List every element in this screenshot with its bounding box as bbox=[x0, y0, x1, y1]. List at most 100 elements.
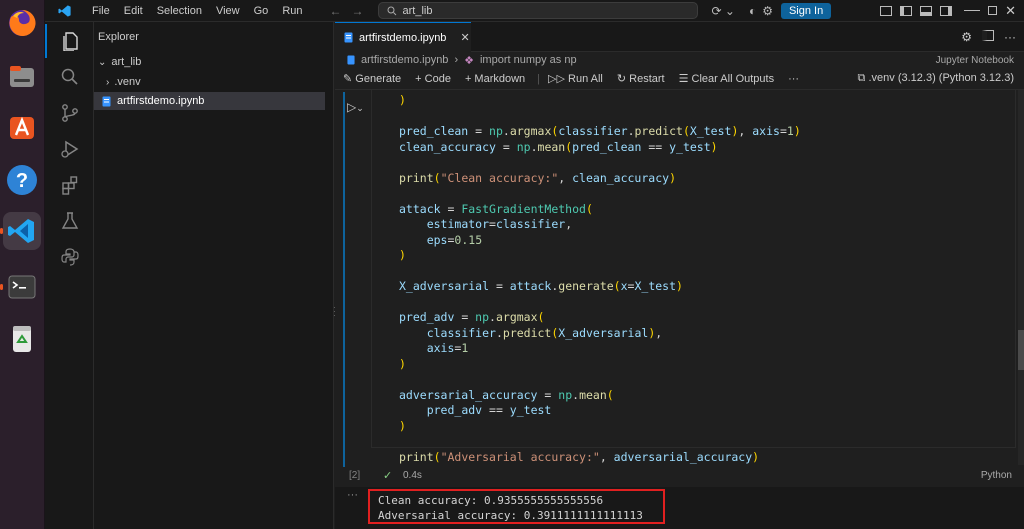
toggle-primary-sidebar-icon[interactable] bbox=[900, 5, 913, 16]
notebook-file-icon bbox=[102, 96, 111, 106]
trash-icon[interactable] bbox=[3, 319, 41, 357]
tree-item-label: .venv bbox=[114, 76, 141, 88]
notebook-toolbar: ✎ Generate + Code + Markdown | ▷▷ Run Al… bbox=[335, 68, 1024, 90]
accounts-icon[interactable]: ◐ bbox=[749, 4, 756, 18]
code-content: ) pred_clean = np.argmax(classifier.pred… bbox=[399, 93, 801, 464]
generate-button[interactable]: ✎ Generate bbox=[343, 72, 401, 85]
close-tab-icon[interactable]: ✕ bbox=[460, 31, 469, 44]
breadcrumb-separator-icon: › bbox=[454, 54, 459, 66]
clear-outputs-icon: ☰ bbox=[678, 73, 692, 85]
nav-back-icon[interactable]: ← bbox=[330, 4, 342, 18]
firefox-icon[interactable] bbox=[3, 4, 41, 42]
explorer-title: Explorer bbox=[98, 31, 139, 43]
output-highlight-box: Clean accuracy: 0.9355555555555556 Adver… bbox=[368, 489, 665, 524]
add-code-button[interactable]: + Code bbox=[415, 73, 451, 85]
execution-duration: 0.4s bbox=[403, 470, 422, 481]
copilot-icon[interactable]: ⟳ ⌄ bbox=[712, 4, 735, 18]
tab-artfirstdemo[interactable]: artfirstdemo.ipynb ✕ bbox=[335, 22, 471, 52]
explorer-sidebar: Explorer ⌄ art_lib › .venv artfirstdemo.… bbox=[94, 22, 336, 529]
title-bar: File Edit Selection View Go Run ← → art_… bbox=[45, 0, 1024, 22]
restart-button[interactable]: ↻ Restart bbox=[617, 72, 665, 85]
folder-row-art-lib[interactable]: ⌄ art_lib bbox=[94, 52, 333, 72]
scrollbar-thumb[interactable] bbox=[1018, 330, 1024, 370]
ubuntu-dock: ? bbox=[0, 0, 45, 529]
plus-icon: + bbox=[415, 72, 425, 85]
success-check-icon: ✓ bbox=[383, 470, 393, 482]
menu-view[interactable]: View bbox=[209, 5, 247, 17]
more-actions-icon[interactable]: ··· bbox=[1004, 30, 1016, 44]
folder-name: art_lib bbox=[111, 56, 142, 68]
source-control-icon[interactable] bbox=[45, 96, 94, 130]
menu-go[interactable]: Go bbox=[247, 5, 276, 17]
code-cell-symbol-icon: ❖ bbox=[464, 54, 474, 67]
terminal-icon[interactable] bbox=[3, 268, 41, 306]
chevron-right-icon: › bbox=[106, 76, 110, 88]
maximize-icon[interactable] bbox=[988, 6, 998, 15]
tree-item-label: artfirstdemo.ipynb bbox=[117, 95, 205, 107]
tree-item-venv[interactable]: › .venv bbox=[94, 72, 333, 92]
output-line-adversarial: Adversarial accuracy: 0.3911111111111113 bbox=[378, 509, 643, 522]
run-all-button[interactable]: ▷▷ Run All bbox=[548, 72, 603, 85]
svg-text:?: ? bbox=[16, 170, 28, 192]
explorer-icon[interactable] bbox=[45, 24, 94, 58]
output-more-icon[interactable]: ··· bbox=[347, 489, 358, 501]
breadcrumb-symbol[interactable]: import numpy as np bbox=[480, 54, 577, 66]
menu-run[interactable]: Run bbox=[275, 5, 309, 17]
run-debug-icon[interactable] bbox=[45, 132, 94, 166]
plus-icon: + bbox=[464, 72, 475, 85]
vscode-icon[interactable] bbox=[3, 212, 41, 250]
generate-icon: ✎ bbox=[343, 73, 356, 85]
search-view-icon[interactable] bbox=[45, 60, 94, 94]
add-markdown-button[interactable]: + Markdown bbox=[465, 73, 525, 85]
menu-selection[interactable]: Selection bbox=[150, 5, 209, 17]
run-cell-button[interactable]: ▷⌄ bbox=[347, 100, 364, 114]
editor-area: artfirstdemo.ipynb ✕ ⚙ ··· artfirstdemo.… bbox=[335, 22, 1024, 529]
command-center[interactable]: art_lib bbox=[377, 2, 698, 19]
app-center-icon[interactable] bbox=[3, 108, 41, 146]
notebook-file-icon bbox=[344, 32, 353, 43]
kernel-icon: ⧉ bbox=[857, 72, 869, 84]
extensions-icon[interactable] bbox=[45, 168, 94, 202]
cell-output-area: ··· Clean accuracy: 0.9355555555555556 A… bbox=[335, 487, 1024, 529]
restart-icon: ↻ bbox=[616, 73, 630, 85]
settings-gear-icon[interactable]: ⚙ bbox=[762, 4, 773, 18]
help-icon[interactable]: ? bbox=[3, 161, 41, 199]
code-cell-editor[interactable]: ) pred_clean = np.argmax(classifier.pred… bbox=[371, 90, 1016, 464]
command-center-text: art_lib bbox=[402, 4, 433, 17]
output-line-clean: Clean accuracy: 0.9355555555555556 bbox=[378, 494, 604, 507]
layout-toggle-icon[interactable] bbox=[880, 5, 893, 16]
editor-scrollbar[interactable] bbox=[1018, 90, 1024, 465]
nav-forward-icon[interactable]: → bbox=[352, 4, 364, 18]
toolbar-more-button[interactable]: ··· bbox=[788, 73, 799, 85]
editor-tabs: artfirstdemo.ipynb ✕ ⚙ ··· bbox=[335, 22, 1024, 52]
python-icon[interactable] bbox=[45, 240, 94, 274]
tree-item-notebook[interactable]: artfirstdemo.ipynb bbox=[94, 92, 325, 110]
menu-file[interactable]: File bbox=[85, 5, 117, 17]
minimize-icon[interactable] bbox=[964, 10, 981, 11]
kernel-picker[interactable]: ⧉ .venv (3.12.3) (Python 3.12.3) bbox=[858, 72, 1014, 85]
tab-label: artfirstdemo.ipynb bbox=[359, 31, 447, 44]
notebook-cells: ▷⌄ ☰ ⊳ ⊳ ⊟ ··· 🗑 ) pred_clean = np.argma… bbox=[335, 90, 1024, 529]
cell-focus-indicator bbox=[343, 92, 345, 467]
notebook-file-icon bbox=[347, 55, 355, 65]
close-window-icon[interactable]: ✕ bbox=[1005, 3, 1016, 19]
testing-flask-icon[interactable] bbox=[45, 204, 94, 238]
sign-in-button[interactable]: Sign In bbox=[780, 2, 832, 19]
vscode-logo-icon bbox=[45, 4, 85, 18]
menu-edit[interactable]: Edit bbox=[117, 5, 150, 17]
chevron-down-icon: ⌄ bbox=[98, 56, 107, 68]
run-all-icon: ▷▷ bbox=[548, 73, 569, 85]
breadcrumb: artfirstdemo.ipynb › ❖ import numpy as n… bbox=[335, 52, 1024, 68]
toggle-secondary-sidebar-icon[interactable] bbox=[940, 5, 953, 16]
execution-count: [2] bbox=[349, 470, 361, 481]
search-icon bbox=[387, 6, 396, 15]
split-editor-icon[interactable] bbox=[982, 30, 994, 41]
cell-language[interactable]: Python bbox=[981, 470, 1012, 481]
breadcrumb-file[interactable]: artfirstdemo.ipynb bbox=[361, 54, 448, 66]
notebook-type: Jupyter Notebook bbox=[935, 54, 1014, 66]
files-icon[interactable] bbox=[3, 58, 41, 96]
clear-outputs-button[interactable]: ☰ Clear All Outputs bbox=[679, 72, 774, 85]
notebook-settings-gear-icon[interactable]: ⚙ bbox=[961, 30, 972, 44]
activity-bar bbox=[45, 22, 94, 529]
toggle-panel-icon[interactable] bbox=[920, 5, 933, 16]
